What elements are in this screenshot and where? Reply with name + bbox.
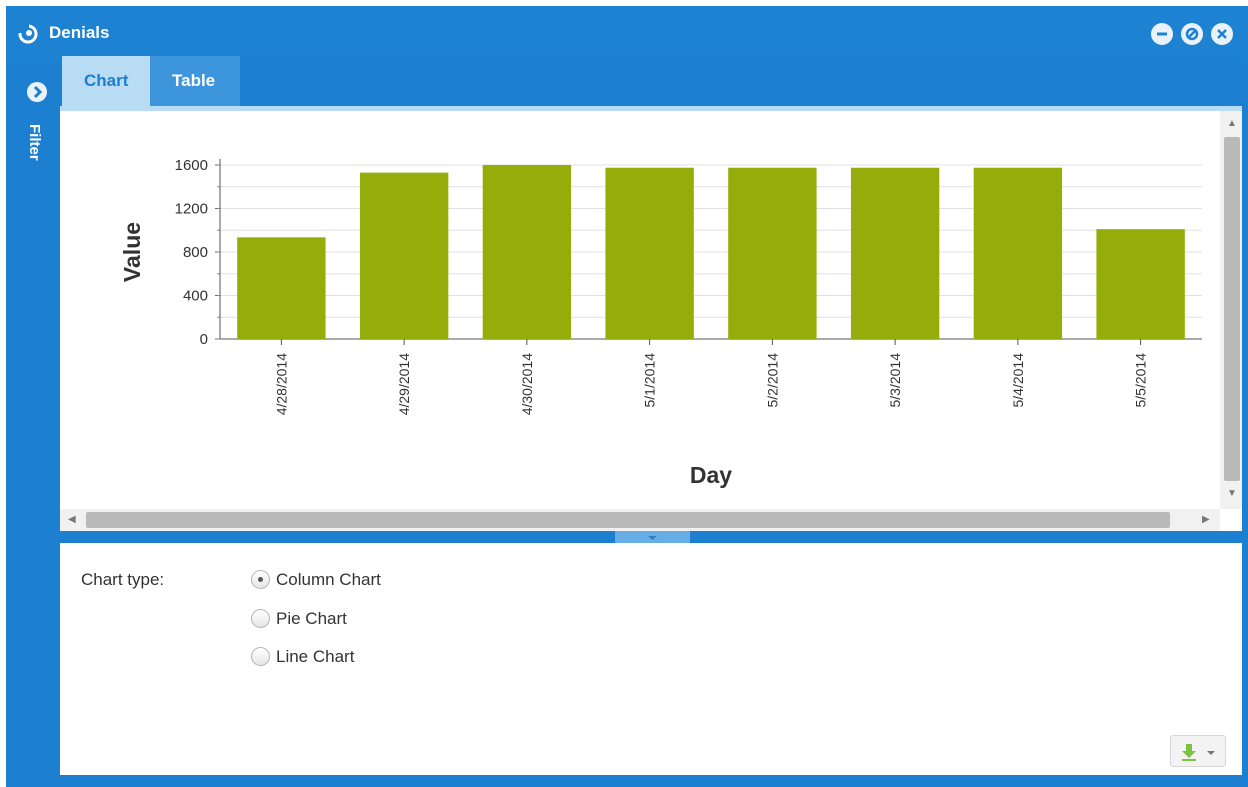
tab-chart[interactable]: Chart xyxy=(62,56,150,106)
radio-button[interactable] xyxy=(251,609,270,628)
bar xyxy=(728,167,817,339)
tab-bar: Chart Table xyxy=(60,56,1242,111)
y-tick-label: 0 xyxy=(200,331,208,348)
radio-label[interactable]: Column Chart xyxy=(276,570,381,590)
app-swirl-icon xyxy=(18,24,38,44)
download-icon xyxy=(1182,744,1196,761)
radio-button[interactable] xyxy=(251,570,270,589)
x-tick-label: 5/5/2014 xyxy=(1133,353,1149,408)
minimize-icon[interactable] xyxy=(1151,23,1173,45)
pane-splitter[interactable] xyxy=(60,531,1242,543)
vertical-scroll-thumb[interactable] xyxy=(1224,137,1240,481)
filter-label[interactable]: Filter xyxy=(26,124,43,161)
bar xyxy=(850,167,940,339)
x-tick-label: 5/2/2014 xyxy=(764,353,780,408)
x-tick-label: 4/30/2014 xyxy=(519,353,535,415)
export-button[interactable] xyxy=(1170,735,1226,767)
radio-label[interactable]: Line Chart xyxy=(276,647,354,667)
vertical-scrollbar[interactable]: ▲ ▼ xyxy=(1220,111,1242,509)
y-tick-label: 1600 xyxy=(175,157,208,174)
options-pane: Chart type: Column Chart Pie Chart Line … xyxy=(60,543,1242,775)
splitter-handle[interactable] xyxy=(615,531,690,543)
title-bar: Denials xyxy=(6,6,1248,62)
radio-selected-dot xyxy=(258,577,263,582)
x-axis-title: Day xyxy=(690,462,732,488)
x-tick-label: 5/3/2014 xyxy=(887,353,903,408)
scroll-down-icon[interactable]: ▼ xyxy=(1227,489,1237,499)
bar xyxy=(237,237,326,339)
horizontal-scrollbar[interactable]: ◀ ▶ xyxy=(60,509,1220,531)
radio-button[interactable] xyxy=(251,647,270,666)
column-chart: 0 400 800 1200 1600 4/28/2014 4/29/2014 4/30/20… xyxy=(119,157,1202,488)
bar xyxy=(605,167,694,339)
scroll-right-icon[interactable]: ▶ xyxy=(1202,515,1210,525)
chart-type-label: Chart type: xyxy=(81,570,165,589)
scroll-up-icon[interactable]: ▲ xyxy=(1227,119,1237,129)
x-tick-label: 4/29/2014 xyxy=(396,353,412,415)
radio-label[interactable]: Pie Chart xyxy=(276,609,347,629)
scroll-left-icon[interactable]: ◀ xyxy=(68,515,76,525)
x-tick-label: 5/1/2014 xyxy=(642,353,658,408)
bar xyxy=(1096,229,1185,339)
bar xyxy=(482,165,572,339)
filter-sidebar[interactable]: Filter xyxy=(6,62,66,787)
tab-table[interactable]: Table xyxy=(150,56,240,106)
bar xyxy=(973,167,1063,339)
close-icon[interactable] xyxy=(1211,23,1233,45)
window-title: Denials xyxy=(49,23,110,42)
x-tick-label: 5/4/2014 xyxy=(1010,353,1026,408)
chevron-right-icon[interactable] xyxy=(27,82,47,102)
restore-icon[interactable] xyxy=(1181,23,1203,45)
y-tick-label: 1200 xyxy=(175,201,208,218)
x-tick-label: 4/28/2014 xyxy=(273,353,289,415)
bottom-border xyxy=(60,775,1242,781)
y-tick-label: 400 xyxy=(183,288,208,305)
y-tick-label: 800 xyxy=(183,244,208,261)
bar xyxy=(359,172,449,339)
chart-pane: 0 400 800 1200 1600 4/28/2014 4/29/2014 4/30/20… xyxy=(60,111,1242,531)
horizontal-scroll-thumb[interactable] xyxy=(86,512,1170,528)
y-axis-title: Value xyxy=(119,222,145,282)
caret-down-icon xyxy=(1207,751,1215,755)
